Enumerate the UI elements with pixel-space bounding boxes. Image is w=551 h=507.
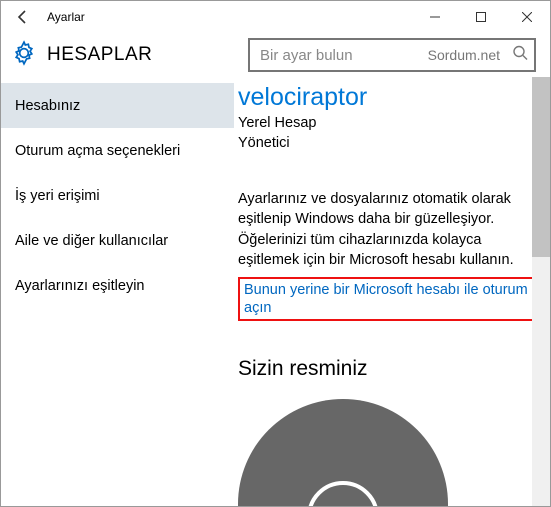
minimize-button[interactable] — [412, 1, 458, 33]
close-button[interactable] — [504, 1, 550, 33]
picture-heading: Sizin resminiz — [238, 357, 550, 381]
search-wrap: Bir ayar bulun Sordum.net — [248, 38, 538, 72]
scrollbar[interactable] — [532, 77, 550, 506]
search-input[interactable]: Bir ayar bulun Sordum.net — [248, 38, 536, 72]
gear-icon — [11, 40, 37, 71]
search-watermark: Sordum.net — [428, 47, 500, 63]
avatar[interactable] — [238, 399, 448, 506]
header-row: HESAPLAR Bir ayar bulun Sordum.net — [1, 33, 550, 77]
category-header: HESAPLAR — [11, 40, 236, 71]
account-username: velociraptor — [238, 83, 550, 112]
sidebar-item-label: Aile ve diğer kullanıcılar — [15, 233, 168, 249]
sidebar-item-account[interactable]: Hesabınız — [1, 83, 234, 128]
account-type: Yerel Hesap — [238, 114, 550, 134]
sidebar-item-label: Hesabınız — [15, 98, 80, 114]
window-title: Ayarlar — [47, 10, 412, 24]
sidebar-item-family-users[interactable]: Aile ve diğer kullanıcılar — [1, 218, 234, 263]
search-placeholder: Bir ayar bulun — [260, 47, 422, 64]
sidebar-item-label: Ayarlarınızı eşitleyin — [15, 278, 144, 294]
ms-signin-link[interactable]: Bunun yerine bir Microsoft hesabı ile ot… — [244, 282, 528, 316]
sidebar-item-label: İş yeri erişimi — [15, 188, 100, 204]
account-role: Yönetici — [238, 134, 550, 154]
category-title: HESAPLAR — [47, 44, 152, 66]
sidebar-item-sync-settings[interactable]: Ayarlarınızı eşitleyin — [1, 263, 234, 308]
scrollbar-thumb[interactable] — [532, 77, 550, 257]
main-panel: velociraptor Yerel Hesap Yönetici Ayarla… — [234, 77, 550, 506]
sidebar-item-signin-options[interactable]: Oturum açma seçenekleri — [1, 128, 234, 173]
account-description: Ayarlarınız ve dosyalarınız otomatik ola… — [238, 189, 538, 270]
search-icon — [512, 45, 528, 66]
window-buttons — [412, 1, 550, 33]
content-body: Hesabınız Oturum açma seçenekleri İş yer… — [1, 77, 550, 506]
titlebar: Ayarlar — [1, 1, 550, 33]
ms-signin-highlight: Bunun yerine bir Microsoft hesabı ile ot… — [238, 277, 550, 321]
back-button[interactable] — [9, 3, 37, 31]
avatar-wrap — [238, 399, 550, 506]
maximize-button[interactable] — [458, 1, 504, 33]
sidebar: Hesabınız Oturum açma seçenekleri İş yer… — [1, 77, 234, 506]
sidebar-item-label: Oturum açma seçenekleri — [15, 143, 180, 159]
sidebar-item-work-access[interactable]: İş yeri erişimi — [1, 173, 234, 218]
